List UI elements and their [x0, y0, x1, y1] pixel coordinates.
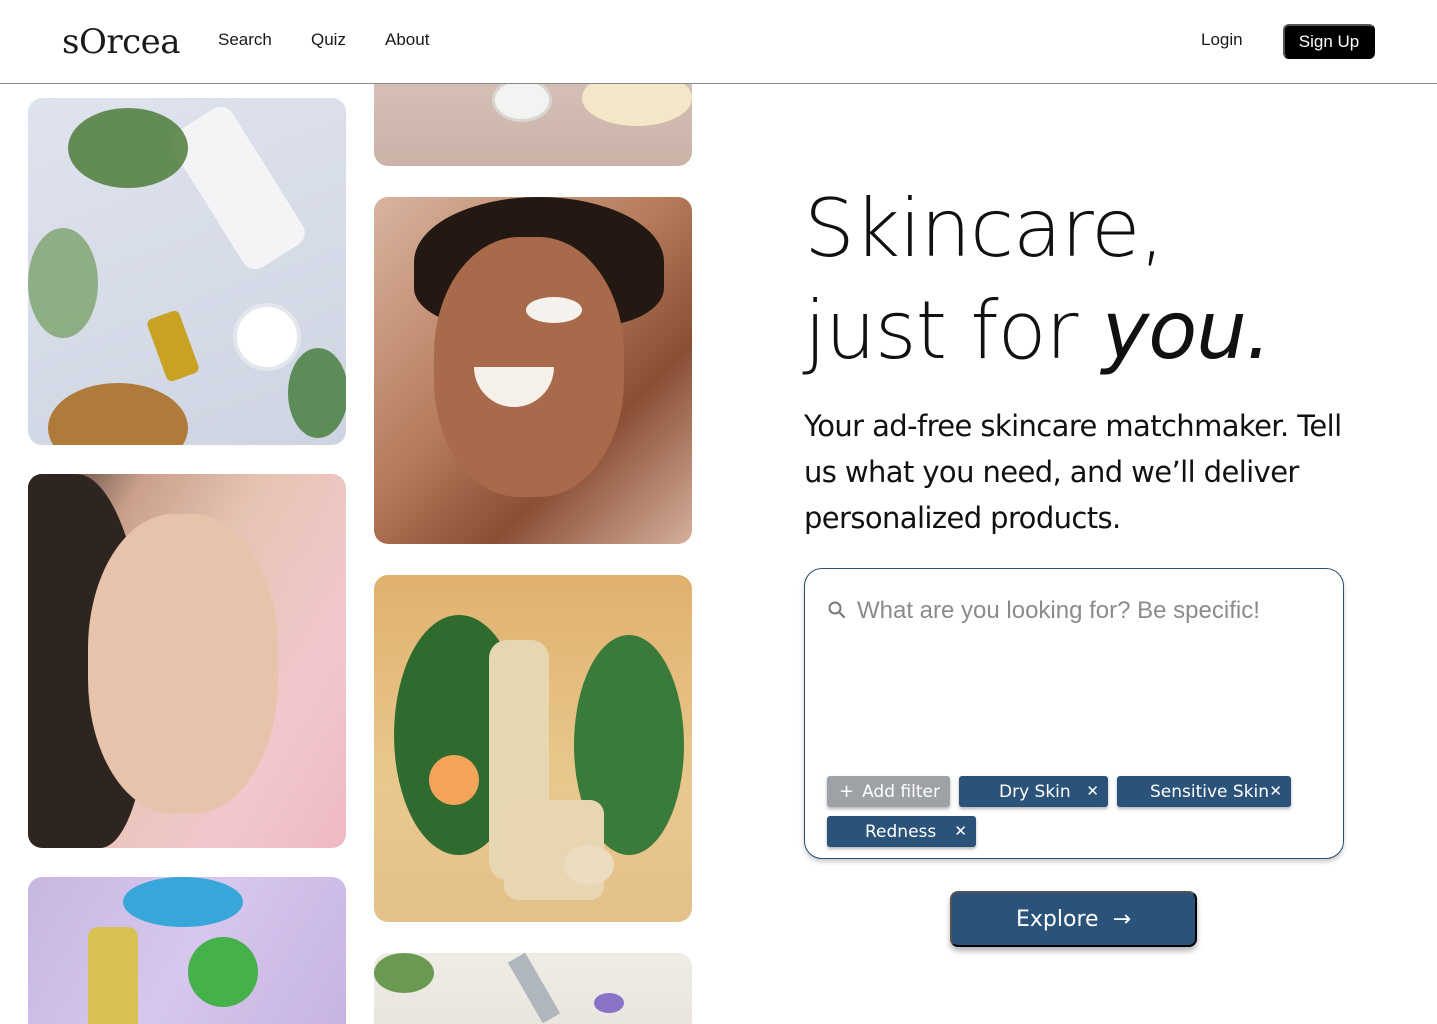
gallery-image-serum-bottles [28, 877, 346, 1024]
top-navbar: sOrcea Search Quiz About Login Sign Up [0, 0, 1437, 84]
explore-button[interactable]: Explore → [950, 891, 1197, 947]
search-panel: + Add filter Dry Skin ✕ Sensitive Skin ✕… [804, 568, 1344, 859]
search-icon [828, 601, 846, 619]
nav-link-quiz[interactable]: Quiz [311, 30, 346, 50]
logo-text: sOrcea [62, 22, 181, 62]
search-input[interactable] [857, 593, 1327, 629]
hero-title-line2: just for you. [804, 280, 1271, 382]
gallery-image-smiling-woman [374, 197, 692, 544]
filter-chip-sensitive-skin[interactable]: Sensitive Skin ✕ [1117, 776, 1291, 807]
login-link[interactable]: Login [1201, 30, 1243, 50]
add-filter-label: Add filter [862, 781, 940, 802]
hero-title: Skincare, just for you. [804, 178, 1271, 382]
arrow-right-icon: → [1112, 906, 1131, 932]
remove-filter-icon[interactable]: ✕ [1086, 782, 1099, 800]
gallery-image-woman-profile [28, 474, 346, 848]
gallery-image-cream-bottles [374, 575, 692, 922]
hero-subtitle: Your ad-free skincare matchmaker. Tell u… [804, 409, 1342, 535]
signup-button[interactable]: Sign Up [1283, 24, 1375, 59]
logo[interactable]: sOrcea [62, 20, 181, 64]
filter-chip-redness[interactable]: Redness ✕ [827, 816, 976, 847]
hero-title-line1: Skincare, [804, 182, 1165, 275]
remove-filter-icon[interactable]: ✕ [1269, 782, 1282, 800]
plus-icon: + [839, 781, 855, 802]
gallery-image-dropper-bottles [374, 953, 692, 1024]
hero-title-emphasis: you. [1101, 284, 1271, 377]
nav-link-about[interactable]: About [385, 30, 429, 50]
filter-chip-label: Sensitive Skin [1150, 781, 1270, 802]
add-filter-button[interactable]: + Add filter [827, 776, 950, 807]
filter-chip-dry-skin[interactable]: Dry Skin ✕ [959, 776, 1108, 807]
hero-title-prefix: just for [804, 284, 1102, 377]
remove-filter-icon[interactable]: ✕ [954, 822, 967, 840]
filter-chip-label: Redness [865, 821, 937, 842]
gallery-image-skincare-flatlay [28, 98, 346, 445]
nav-link-search[interactable]: Search [218, 30, 272, 50]
explore-label: Explore [1016, 906, 1099, 932]
filter-chip-label: Dry Skin [999, 781, 1071, 802]
